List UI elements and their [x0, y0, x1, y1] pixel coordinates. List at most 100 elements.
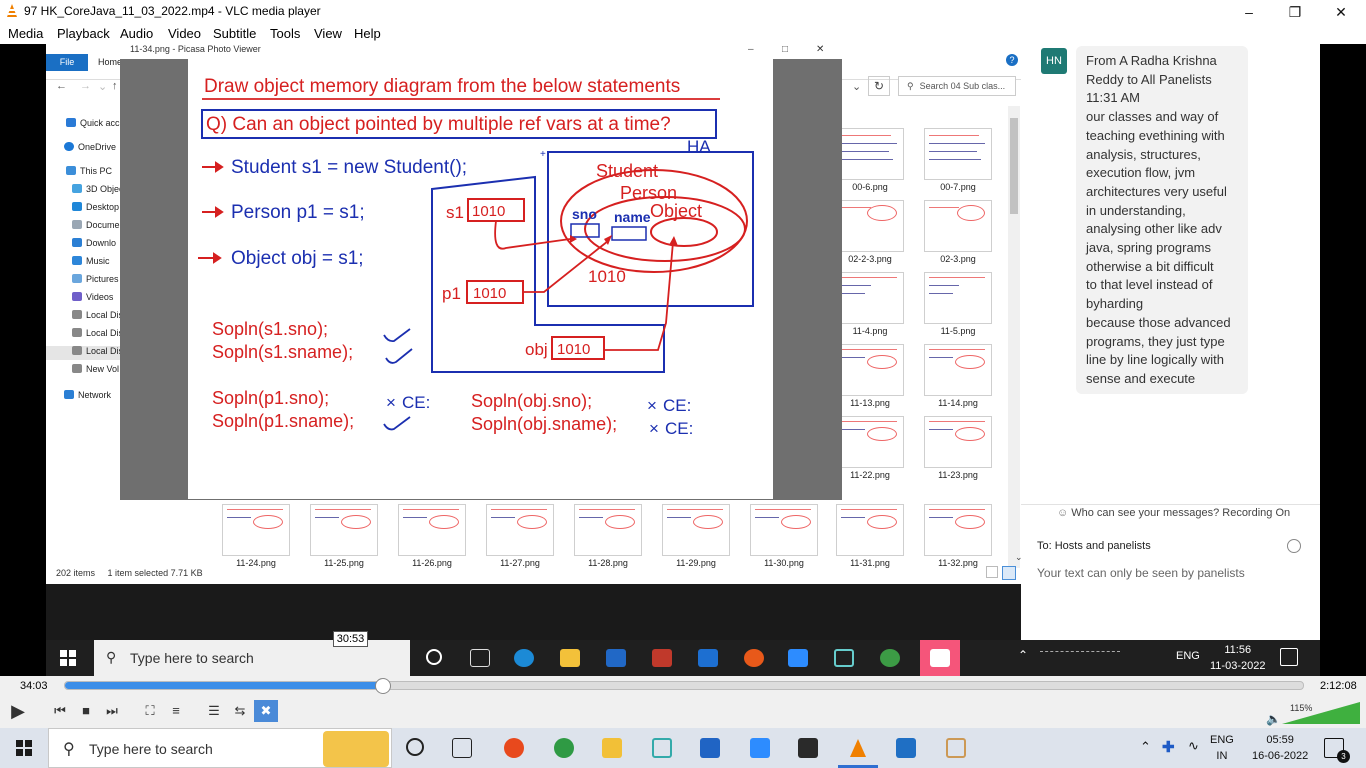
language-indicator[interactable]: ENG IN — [1210, 732, 1234, 764]
loop-button[interactable]: ⇆ — [228, 700, 252, 722]
up-arrow-icon[interactable]: ↑ — [112, 80, 118, 92]
thumbnail[interactable] — [836, 128, 904, 180]
close-button[interactable]: ✕ — [1318, 2, 1364, 22]
minimize-button[interactable]: – — [748, 44, 754, 55]
sidebar-item-downloads[interactable]: Downlo — [72, 238, 116, 248]
menu-subtitle[interactable]: Subtitle — [213, 26, 256, 41]
fullscreen-button[interactable]: ⛶ — [138, 700, 162, 722]
chevron-up-icon[interactable]: ⌃ — [1140, 739, 1151, 755]
clock[interactable]: 05:59 16-06-2022 — [1252, 732, 1308, 764]
explorer-scrollbar[interactable] — [1008, 106, 1020, 568]
sidebar-item-pictures[interactable]: Pictures — [72, 274, 119, 284]
details-view-icon[interactable] — [986, 566, 998, 578]
forward-arrow-icon[interactable]: → — [80, 80, 91, 92]
speaker-icon[interactable]: 🔈 — [1266, 712, 1281, 726]
scrollbar-thumb[interactable] — [1010, 118, 1018, 214]
thumbnail[interactable] — [836, 416, 904, 468]
chrome-icon[interactable] — [554, 738, 574, 758]
previous-button[interactable]: ⏮ — [48, 700, 72, 722]
menu-media[interactable]: Media — [8, 26, 43, 41]
sidebar-item-3d-objects[interactable]: 3D Objec — [72, 184, 124, 194]
back-arrow-icon[interactable]: ← — [56, 80, 67, 92]
close-button[interactable]: ✕ — [816, 44, 824, 55]
thumbnail[interactable] — [924, 416, 992, 468]
sidebar-item-local-disk-d[interactable]: Local Dis — [72, 328, 123, 338]
random-button[interactable]: ✖ — [254, 700, 278, 722]
volume-slider[interactable] — [1282, 702, 1360, 724]
sidebar-item-network[interactable]: Network — [64, 390, 111, 400]
minimize-button[interactable]: – — [1226, 2, 1272, 22]
restore-button[interactable]: ❐ — [1272, 2, 1318, 22]
sidebar-item-onedrive[interactable]: OneDrive — [64, 142, 116, 152]
taskbar-search-box[interactable]: ⚲ Type here to search — [48, 728, 392, 768]
thumbnail[interactable] — [222, 504, 290, 556]
plus-icon[interactable]: ✚ — [1162, 738, 1175, 756]
sidebar-item-music[interactable]: Music — [72, 256, 110, 266]
video-frame[interactable]: File Home ← → ⌄ ↑ ⌄ ↻ ⚲ Search 04 Sub cla… — [46, 44, 1320, 640]
sidebar-item-this-pc[interactable]: This PC — [66, 166, 112, 176]
thumbnail[interactable] — [836, 344, 904, 396]
thumbnail[interactable] — [662, 504, 730, 556]
sidebar-item-local-disk-c[interactable]: Local Dis — [72, 310, 123, 320]
thumbnail[interactable] — [750, 504, 818, 556]
thumbnail[interactable] — [836, 272, 904, 324]
sidebar-item-local-disk-e[interactable]: Local Dis — [46, 346, 123, 360]
thumbnail[interactable] — [836, 200, 904, 252]
sticky-notes-icon[interactable] — [798, 738, 818, 758]
thumbnail[interactable] — [924, 272, 992, 324]
paint-icon[interactable] — [946, 738, 966, 758]
emoji-icon[interactable] — [1287, 539, 1301, 553]
menu-playback[interactable]: Playback — [57, 26, 110, 41]
thumbnail[interactable] — [924, 128, 992, 180]
chevron-down-icon[interactable]: ⌄ — [98, 80, 107, 93]
play-button[interactable]: ▶ — [4, 700, 32, 726]
chat-recipient[interactable]: To: Hosts and panelists — [1037, 540, 1151, 552]
search-input[interactable]: ⚲ Search 04 Sub clas... — [898, 76, 1016, 96]
seek-bar[interactable] — [64, 678, 1304, 694]
menu-video[interactable]: Video — [168, 26, 201, 41]
stop-button[interactable]: ■ — [74, 700, 98, 722]
windows-start-icon[interactable] — [16, 740, 32, 756]
thumbnail[interactable] — [574, 504, 642, 556]
zoom-icon[interactable] — [750, 738, 770, 758]
sidebar-item-documents[interactable]: Docume — [72, 220, 120, 230]
menu-tools[interactable]: Tools — [270, 26, 300, 41]
chevron-down-icon[interactable]: ⌄ — [1015, 552, 1023, 563]
maximize-button[interactable]: □ — [782, 44, 788, 55]
sidebar-item-new-volume[interactable]: New Vol — [72, 364, 119, 374]
record-icon[interactable] — [504, 738, 524, 758]
thumbnail-view-icon[interactable] — [1002, 566, 1016, 580]
vlc-icon[interactable] — [848, 738, 868, 758]
task-view-icon[interactable] — [452, 738, 472, 758]
cortana-icon[interactable] — [406, 738, 424, 756]
snipping-icon[interactable] — [652, 738, 672, 758]
store-icon[interactable] — [700, 738, 720, 758]
thumbnail[interactable] — [924, 344, 992, 396]
thumbnail[interactable] — [310, 504, 378, 556]
playlist-button[interactable]: ☰ — [202, 700, 226, 722]
sidebar-item-videos[interactable]: Videos — [72, 292, 113, 302]
help-icon[interactable]: ? — [1006, 54, 1018, 66]
menu-view[interactable]: View — [314, 26, 342, 41]
chevron-down-icon[interactable]: ⌄ — [852, 80, 861, 93]
thumbnail[interactable] — [398, 504, 466, 556]
extended-settings-button[interactable]: ≡ — [164, 700, 188, 722]
total-time[interactable]: 2:12:08 — [1320, 680, 1357, 692]
photos-icon[interactable] — [896, 738, 916, 758]
sidebar-item-desktop[interactable]: Desktop — [72, 202, 119, 212]
wifi-icon[interactable]: ∿ — [1188, 738, 1199, 754]
menu-audio[interactable]: Audio — [120, 26, 153, 41]
next-button[interactable]: ⏭ — [100, 700, 124, 722]
seek-handle[interactable] — [375, 678, 391, 694]
thumbnail[interactable] — [836, 504, 904, 556]
privacy-notice[interactable]: ☺ Who can see your messages? Recording On — [1057, 507, 1290, 519]
thumbnail[interactable] — [486, 504, 554, 556]
thumbnail[interactable] — [924, 504, 992, 556]
chat-input[interactable]: Your text can only be seen by panelists — [1037, 566, 1245, 580]
thumbnail[interactable] — [924, 200, 992, 252]
folder-icon[interactable] — [602, 738, 622, 758]
menu-help[interactable]: Help — [354, 26, 381, 41]
sidebar-item-quick-access[interactable]: Quick acc — [66, 118, 120, 128]
file-tab[interactable]: File — [46, 54, 88, 71]
refresh-icon[interactable]: ↻ — [868, 76, 890, 96]
